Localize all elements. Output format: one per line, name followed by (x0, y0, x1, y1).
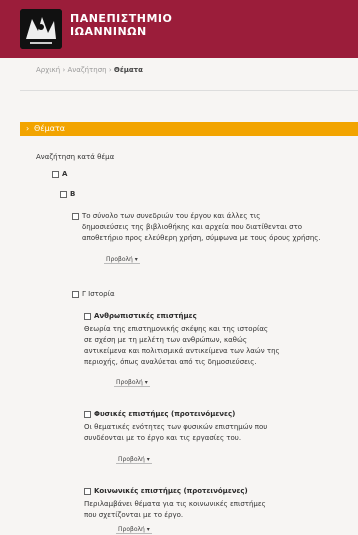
description-line: Περιλαμβάνει θέματα για τις κοινωνικές ε… (84, 500, 266, 508)
tree-checkbox[interactable] (84, 411, 91, 418)
tree-node-a[interactable]: Α (62, 169, 67, 179)
brand-line1: ΠΑΝΕΠΙΣΤΗΜΙΟ (70, 12, 173, 25)
breadcrumb-search[interactable]: Αναζήτηση (68, 66, 107, 74)
view-more-label: Προβολή (116, 379, 143, 386)
tree-node-c-label: Ιστορία (88, 290, 115, 298)
tree-checkbox[interactable] (84, 488, 91, 495)
university-logo[interactable] (20, 9, 62, 49)
description-line: αποθετήριο προς ελεύθερη χρήση, σύμφωνα … (82, 234, 321, 242)
description-line: δημοσιεύσεις της βιβλιοθήκης και αρχεία … (82, 223, 303, 231)
description-line: Οι θεματικές ενότητες των φυσικών επιστη… (84, 423, 268, 431)
chevron-down-icon: ▾ (146, 456, 150, 463)
view-more-label: Προβολή (106, 256, 133, 263)
description-line: συνδέονται με το έργο και τις εργασίες τ… (84, 434, 242, 442)
description-line: που σχετίζονται με το έργο. (84, 511, 184, 519)
view-more-link[interactable]: Προβολή ▾ (116, 456, 152, 464)
chevron-down-icon: ▾ (134, 256, 138, 263)
breadcrumb-separator: › (62, 66, 66, 74)
brand-name[interactable]: ΠΑΝΕΠΙΣΤΗΜΙΟ ΙΩΑΝΝΙΝΩΝ (70, 12, 172, 38)
brand-line2: ΙΩΑΝΝΙΝΩΝ (70, 25, 147, 38)
description-line: περιοχής, όπως αναλύεται από τις δημοσιε… (84, 358, 257, 366)
breadcrumb: Αρχική › Αναζήτηση › Θέματα (36, 66, 143, 74)
subject-title[interactable]: Ανθρωπιστικές επιστήμες (94, 311, 197, 321)
description-line: Το σύνολο των συνεδριών του έργου και άλ… (82, 212, 261, 220)
section-bar-label: Θέματα (34, 124, 66, 133)
section-bar[interactable]: › Θέματα (20, 122, 358, 136)
description-line: αντικείμενα και πολιτισμικά αντικείμενα … (84, 347, 280, 355)
logo-emblem-icon (20, 9, 62, 49)
view-more-link[interactable]: Προβολή ▾ (104, 256, 140, 264)
tree-root-label: Αναζήτηση κατά θέμα (36, 153, 115, 161)
tree-node-c-letter: Γ (82, 290, 86, 298)
site-header: ΠΑΝΕΠΙΣΤΗΜΙΟ ΙΩΑΝΝΙΝΩΝ (0, 0, 358, 58)
view-more-link[interactable]: Προβολή ▾ (116, 526, 152, 534)
breadcrumb-home[interactable]: Αρχική (36, 66, 60, 74)
description-line: Θεωρία της επιστημονικής σκέψης και της … (84, 325, 269, 333)
chevron-right-icon: › (26, 124, 30, 133)
tree-node-b[interactable]: Β (70, 189, 75, 199)
subject-title[interactable]: Φυσικές επιστήμες (προτεινόμενες) (94, 409, 235, 419)
subject-title[interactable]: Κοινωνικές επιστήμες (προτεινόμενες) (94, 486, 248, 496)
tree-checkbox[interactable] (72, 291, 79, 298)
breadcrumb-current: Θέματα (113, 66, 143, 74)
view-more-link[interactable]: Προβολή ▾ (114, 379, 150, 387)
description-line: σε σχέση με τη μελέτη των ανθρώπων, καθώ… (84, 336, 247, 344)
view-more-label: Προβολή (118, 456, 145, 463)
chevron-down-icon: ▾ (144, 379, 148, 386)
chevron-down-icon: ▾ (146, 526, 150, 533)
tree-node-c[interactable]: Γ Ιστορία (82, 289, 115, 299)
view-more-label: Προβολή (118, 526, 145, 533)
divider (20, 90, 358, 91)
tree-checkbox[interactable] (72, 213, 79, 220)
tree-checkbox[interactable] (84, 313, 91, 320)
tree-checkbox[interactable] (52, 171, 59, 178)
breadcrumb-separator: › (108, 66, 112, 74)
tree-checkbox[interactable] (60, 191, 67, 198)
